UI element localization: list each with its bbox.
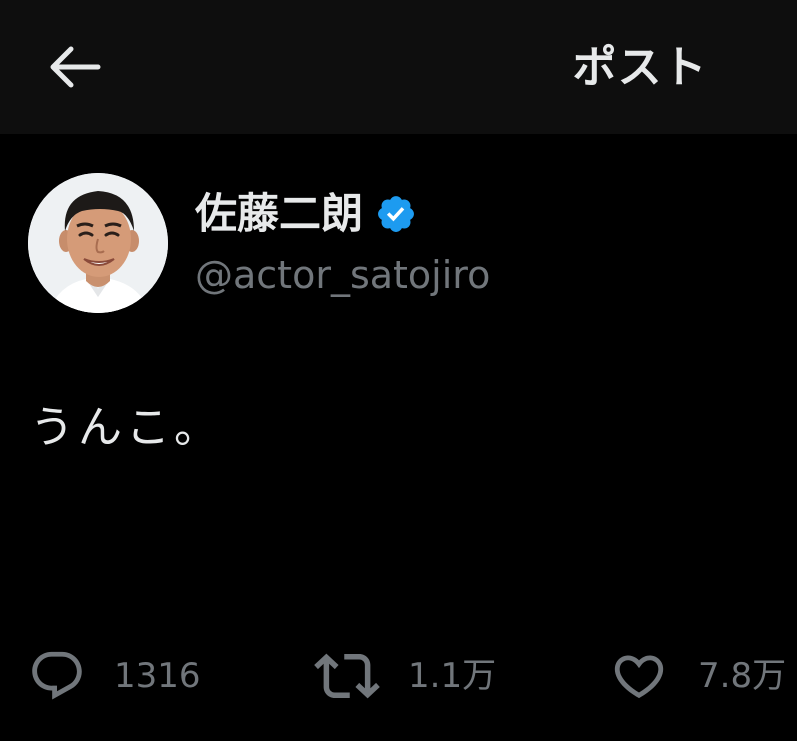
repost-button[interactable]: 1.1万 [314,640,496,712]
avatar[interactable] [28,173,168,313]
author-display-name: 佐藤二朗 [195,189,364,238]
repost-count: 1.1万 [408,656,497,696]
like-count: 7.8万 [698,656,787,696]
author-handle[interactable]: @actor_satojiro [195,248,490,302]
arrow-left-icon [44,45,104,93]
reply-icon [28,647,86,705]
verified-badge-icon [375,193,417,235]
heart-icon [610,647,668,705]
tweet-actions: 1316 1.1万 7.8万 [0,640,797,712]
reply-count: 1316 [114,656,201,696]
like-button[interactable]: 7.8万 [610,640,786,712]
page-title: ポスト [572,42,708,93]
reply-button[interactable]: 1316 [28,640,201,712]
avatar-photo [28,173,168,313]
repost-icon [314,643,380,709]
tweet-text: うんこ。 [30,402,222,453]
author-name-row[interactable]: 佐藤二朗 [195,185,417,243]
top-bar: ポスト [0,0,797,134]
back-button[interactable] [36,34,112,104]
